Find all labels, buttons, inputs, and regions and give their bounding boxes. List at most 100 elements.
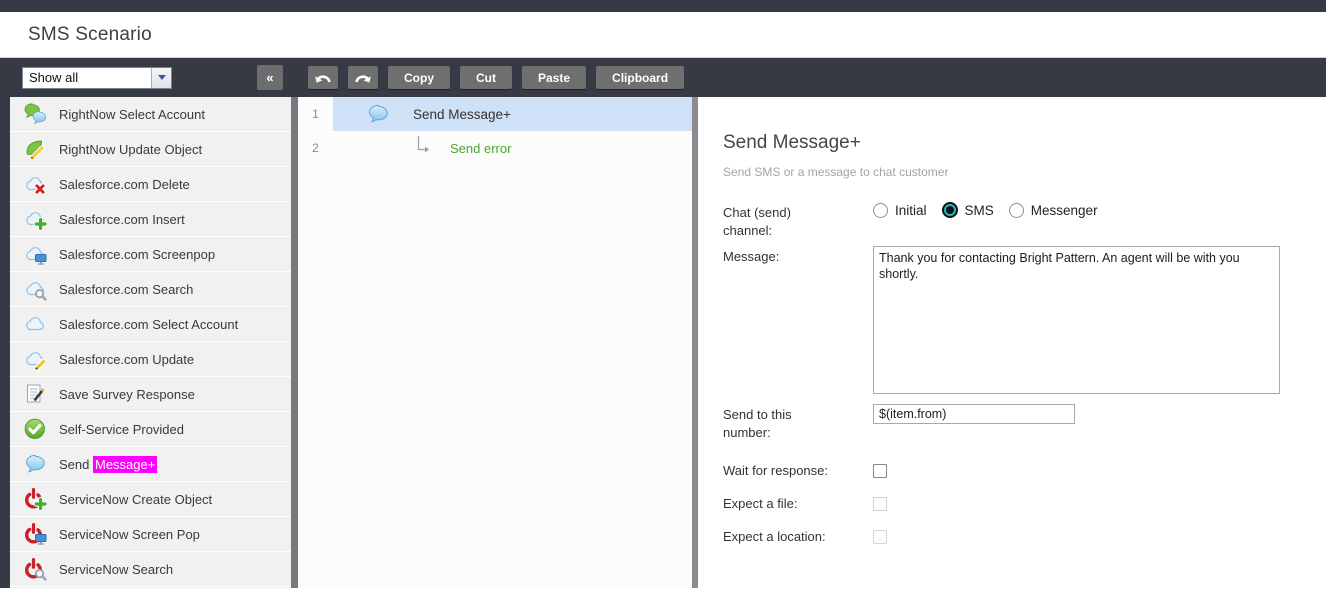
- sidebar-item-save-survey-response[interactable]: Save Survey Response: [10, 377, 291, 411]
- copy-button[interactable]: Copy: [388, 66, 450, 89]
- cut-button[interactable]: Cut: [460, 66, 512, 89]
- channel-radio-sms[interactable]: SMS: [942, 202, 994, 218]
- sidebar-item-salesforce-com-insert[interactable]: Salesforce.com Insert: [10, 202, 291, 236]
- page-title: SMS Scenario: [28, 24, 152, 46]
- redo-button[interactable]: [348, 66, 378, 89]
- flow-row-send-message-[interactable]: 1 Send Message+: [298, 97, 692, 131]
- expect-file-label: Expect a file:: [723, 495, 873, 513]
- cloud-screenpop-icon: [23, 242, 47, 266]
- block-title: Send Message+: [723, 131, 1306, 155]
- channel-radio-label: SMS: [965, 203, 994, 218]
- sidebar-item-label: Salesforce.com Insert: [59, 212, 185, 227]
- sidebar-item-salesforce-com-select-account[interactable]: Salesforce.com Select Account: [10, 307, 291, 341]
- radio-selected-icon[interactable]: [942, 202, 958, 218]
- sidebar-item-salesforce-com-screenpop[interactable]: Salesforce.com Screenpop: [10, 237, 291, 271]
- bubbles-pair-icon: [23, 102, 47, 126]
- sidebar-item-send-message-[interactable]: Send Message+: [10, 447, 291, 481]
- sidebar-item-label: RightNow Select Account: [59, 107, 205, 122]
- sidebar-item-label: Salesforce.com Update: [59, 352, 194, 367]
- undo-icon: [313, 70, 333, 85]
- sidebar-item-label: Salesforce.com Delete: [59, 177, 190, 192]
- sidebar-item-label: ServiceNow Screen Pop: [59, 527, 200, 542]
- channel-radio-label: Initial: [895, 203, 927, 218]
- check-circle-icon: [23, 417, 47, 441]
- sidebar-item-servicenow-create-object[interactable]: ServiceNow Create Object: [10, 482, 291, 516]
- message-label: Message:: [723, 246, 873, 266]
- block-palette-sidebar: Show all « RightNow Select AccountRightN…: [0, 58, 291, 588]
- window-top-strip: [0, 0, 1326, 12]
- collapse-sidebar-button[interactable]: «: [257, 65, 283, 90]
- sidebar-item-salesforce-com-search[interactable]: Salesforce.com Search: [10, 272, 291, 306]
- sidebar-item-label: Save Survey Response: [59, 387, 195, 402]
- sidebar-item-label: ServiceNow Search: [59, 562, 173, 577]
- expect-location-label: Expect a location:: [723, 528, 873, 546]
- sidebar-item-rightnow-select-account[interactable]: RightNow Select Account: [10, 97, 291, 131]
- sidebar-toolbar: Show all «: [0, 58, 291, 97]
- flow-row-send-error[interactable]: 2 Send error: [298, 131, 692, 165]
- send-to-number-input[interactable]: [873, 404, 1075, 424]
- collapse-left-icon: «: [266, 70, 273, 85]
- paste-button[interactable]: Paste: [522, 66, 586, 89]
- power-search-icon: [23, 557, 47, 581]
- branch-elbow-icon: [417, 136, 433, 161]
- chevron-down-icon[interactable]: [151, 68, 171, 88]
- sidebar-item-self-service-provided[interactable]: Self-Service Provided: [10, 412, 291, 446]
- sidebar-item-label: Salesforce.com Screenpop: [59, 247, 215, 262]
- properties-toolbar: [698, 58, 1326, 97]
- clipboard-button[interactable]: Clipboard: [596, 66, 684, 89]
- sidebar-item-partial[interactable]: [10, 587, 291, 588]
- expect-location-checkbox: [873, 530, 887, 544]
- cloud-update-icon: [23, 347, 47, 371]
- sidebar-item-label: Salesforce.com Select Account: [59, 317, 238, 332]
- sidebar-item-salesforce-com-delete[interactable]: Salesforce.com Delete: [10, 167, 291, 201]
- redo-icon: [353, 70, 373, 85]
- sidebar-item-servicenow-search[interactable]: ServiceNow Search: [10, 552, 291, 586]
- power-plus-icon: [23, 487, 47, 511]
- leaf-pencil-icon: [23, 137, 47, 161]
- channel-radio-label: Messenger: [1031, 203, 1098, 218]
- filter-select-value: Show all: [23, 70, 151, 85]
- cloud-delete-icon: [23, 172, 47, 196]
- scenario-flow-panel: Copy Cut Paste Clipboard 1 Send Message+ 2 Sen…: [298, 58, 692, 588]
- flow-row-number: 2: [298, 131, 333, 165]
- power-monitor-icon: [23, 522, 47, 546]
- cloud-insert-icon: [23, 207, 47, 231]
- sidebar-item-servicenow-screen-pop[interactable]: ServiceNow Screen Pop: [10, 517, 291, 551]
- sidebar-item-salesforce-com-update[interactable]: Salesforce.com Update: [10, 342, 291, 376]
- properties-panel: Send Message+ Send SMS or a message to c…: [698, 58, 1326, 588]
- message-textarea[interactable]: [873, 246, 1280, 394]
- send-to-number-label: Send to this number:: [723, 404, 873, 442]
- sidebar-item-label: Self-Service Provided: [59, 422, 184, 437]
- channel-radio-messenger[interactable]: Messenger: [1009, 203, 1098, 218]
- block-subtitle: Send SMS or a message to chat customer: [723, 165, 1306, 180]
- sidebar-item-label: Send Message+: [59, 457, 157, 472]
- sidebar-item-rightnow-update-object[interactable]: RightNow Update Object: [10, 132, 291, 166]
- search-match-highlight: Message+: [93, 456, 157, 473]
- sidebar-left-strip: [0, 97, 10, 588]
- title-bar: SMS Scenario: [0, 12, 1326, 58]
- cloud-search-icon: [23, 277, 47, 301]
- sidebar-item-label: Salesforce.com Search: [59, 282, 193, 297]
- channel-radio-initial[interactable]: Initial: [873, 203, 927, 218]
- cloud-icon: [23, 312, 47, 336]
- radio-icon[interactable]: [873, 203, 888, 218]
- block-list: RightNow Select Account RightNow Update O…: [10, 97, 291, 588]
- expect-file-checkbox: [873, 497, 887, 511]
- flow-row-label: Send error: [450, 141, 511, 156]
- flow-row-label: Send Message+: [413, 107, 511, 122]
- flow-toolbar: Copy Cut Paste Clipboard: [298, 58, 692, 97]
- wait-for-response-label: Wait for response:: [723, 462, 873, 480]
- flow-row-number: 1: [298, 97, 333, 131]
- radio-icon[interactable]: [1009, 203, 1024, 218]
- filter-select[interactable]: Show all: [22, 67, 172, 89]
- undo-button[interactable]: [308, 66, 338, 89]
- speech-bubble-icon: [23, 452, 47, 476]
- sidebar-item-label: RightNow Update Object: [59, 142, 202, 157]
- wait-for-response-checkbox[interactable]: [873, 464, 887, 478]
- survey-pencil-icon: [23, 382, 47, 406]
- flow-rows: 1 Send Message+ 2 Send error: [298, 97, 692, 588]
- speech-bubble-icon: [366, 102, 392, 126]
- channel-radio-group: Initial SMS Messenger: [873, 202, 1098, 218]
- sidebar-item-label: ServiceNow Create Object: [59, 492, 212, 507]
- sidebar-divider[interactable]: [291, 58, 298, 588]
